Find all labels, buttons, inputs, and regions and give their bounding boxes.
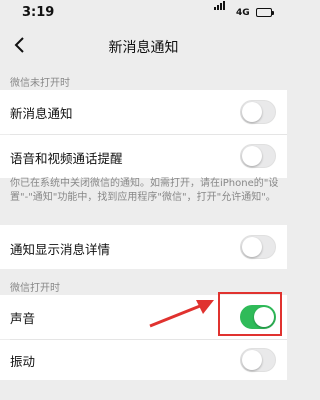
annotation-arrow-icon	[149, 300, 214, 328]
